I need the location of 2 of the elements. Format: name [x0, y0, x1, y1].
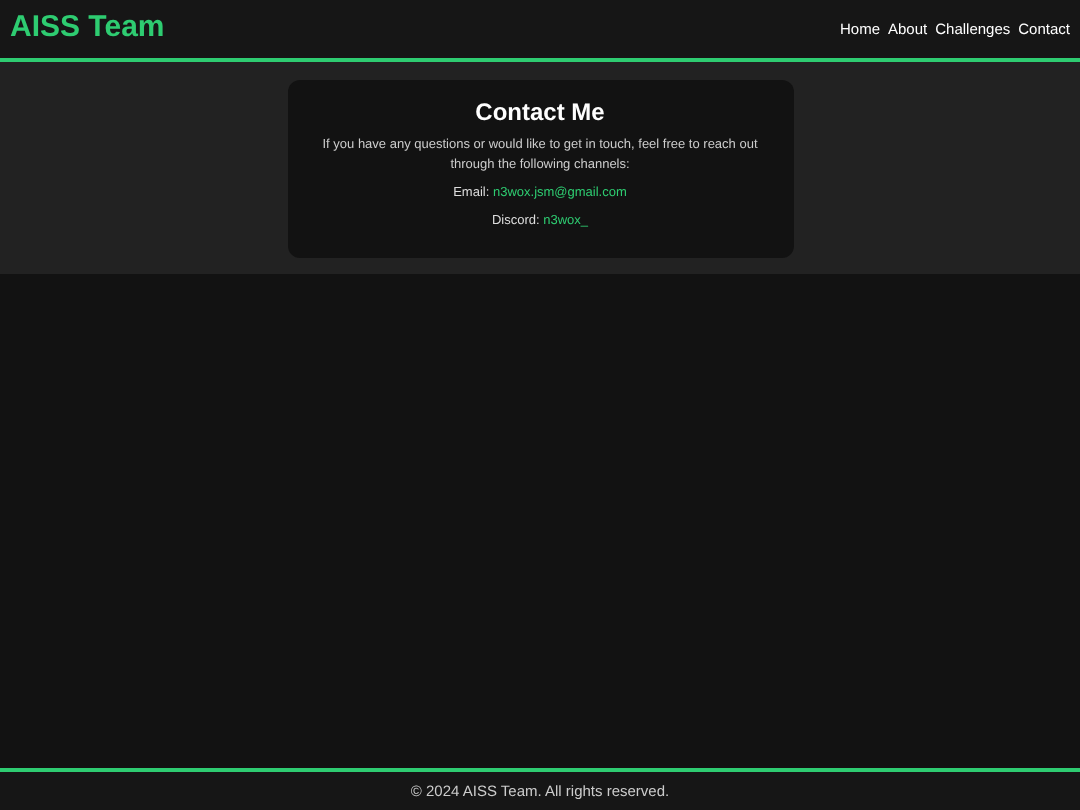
contact-title: Contact Me: [475, 98, 605, 126]
site-logo: AISS Team: [10, 8, 165, 49]
